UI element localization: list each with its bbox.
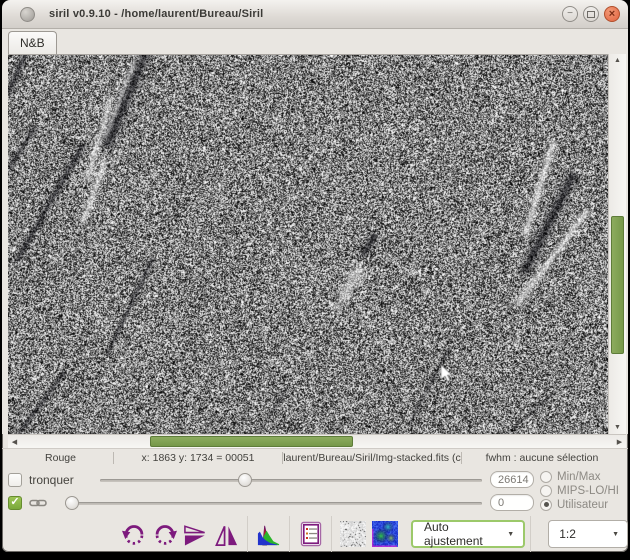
h-scrollbar[interactable]: ◀ ▶ (8, 434, 626, 448)
rotate-cw-icon (153, 522, 177, 546)
radio-mips-circle[interactable] (540, 485, 552, 497)
v-scroll-down-button[interactable]: ▼ (609, 421, 626, 434)
check-icon: ✓ (10, 497, 19, 508)
radio-user[interactable]: Utilisateur (540, 498, 622, 511)
flip-vertical-icon (183, 522, 208, 547)
hi-threshold-row: tronquer 26614 (8, 469, 534, 490)
flip-vertical-button[interactable] (180, 517, 211, 551)
link-channels-button[interactable] (29, 498, 51, 508)
tab-bar: N&B (2, 29, 628, 54)
h-scroll-thumb[interactable] (150, 436, 353, 447)
lo-threshold-row: ✓ 0 (8, 492, 534, 513)
toolbar-separator (247, 516, 248, 552)
flip-horizontal-button[interactable] (211, 517, 242, 551)
hi-value-input[interactable]: 26614 (490, 471, 534, 488)
auto-adjust-dropdown[interactable]: Auto ajustement ▼ (411, 520, 525, 548)
false-color-button[interactable] (372, 521, 398, 547)
status-fwhm: fwhm : aucune sélection (462, 452, 622, 464)
maximize-icon (587, 11, 595, 18)
radio-minmax[interactable]: Min/Max (540, 470, 622, 483)
close-icon: × (609, 9, 615, 20)
chevron-down-icon: ▼ (612, 531, 619, 538)
histogram-button[interactable] (253, 517, 284, 551)
lo-slider[interactable] (65, 495, 482, 511)
status-coords: x: 1863 y: 1734 = 00051 (114, 452, 283, 464)
statusbar: Rouge x: 1863 y: 1734 = 00051 /home/laur… (2, 448, 628, 466)
toolbar-separator (331, 516, 332, 552)
minimize-button[interactable]: − (562, 6, 578, 22)
negative-view-button[interactable] (340, 521, 366, 547)
h-scroll-left-button[interactable]: ◀ (8, 435, 21, 448)
close-button[interactable]: × (604, 6, 620, 22)
v-scroll-thumb[interactable] (611, 216, 624, 354)
fits-header-button[interactable] (295, 517, 326, 551)
titlebar[interactable]: siril v0.9.10 - /home/laurent/Bureau/Sir… (2, 0, 628, 29)
radio-minmax-circle[interactable] (540, 471, 552, 483)
minimize-icon: − (567, 9, 573, 19)
truncate-label: tronquer (29, 473, 86, 487)
siril-window: siril v0.9.10 - /home/laurent/Bureau/Sir… (2, 0, 628, 552)
radio-user-circle[interactable] (540, 499, 552, 511)
chevron-down-icon: ▼ (507, 531, 514, 538)
hi-slider[interactable] (100, 472, 482, 488)
rotate-ccw-button[interactable] (118, 517, 149, 551)
chain-link-icon (29, 498, 47, 508)
threshold-controls: tronquer 26614 ✓ (2, 466, 628, 514)
h-scroll-right-button[interactable]: ▶ (613, 435, 626, 448)
app-icon (20, 7, 35, 22)
scale-mode-radios: Min/Max MIPS-LO/HI Utilisateur (534, 468, 622, 514)
false-color-icon (372, 521, 398, 547)
flip-horizontal-icon (214, 522, 239, 547)
window-title: siril v0.9.10 - /home/laurent/Bureau/Sir… (49, 8, 263, 20)
bottom-toolbar: Auto ajustement ▼ 1:2 ▼ (2, 514, 628, 552)
status-filepath: /home/laurent/Bureau/Siril/Img-stacked.f… (283, 452, 462, 464)
lo-checkbox[interactable]: ✓ (8, 496, 22, 510)
truncate-checkbox[interactable] (8, 473, 22, 487)
image-viewport: ▲ ▼ (2, 54, 628, 434)
tab-nb[interactable]: N&B (8, 31, 57, 54)
radio-mips[interactable]: MIPS-LO/HI (540, 484, 622, 497)
toolbar-separator (530, 516, 531, 552)
rotate-ccw-icon (122, 522, 146, 546)
zoom-dropdown[interactable]: 1:2 ▼ (548, 520, 628, 548)
v-scrollbar[interactable]: ▲ ▼ (608, 54, 626, 434)
lo-value-input[interactable]: 0 (490, 494, 534, 511)
toolbar-separator (289, 516, 290, 552)
rotate-cw-button[interactable] (149, 517, 180, 551)
lo-slider-handle[interactable] (65, 496, 79, 510)
status-channel: Rouge (8, 452, 114, 464)
histogram-icon (256, 522, 281, 547)
maximize-button[interactable] (583, 6, 599, 22)
hi-slider-handle[interactable] (238, 473, 252, 487)
main-image-canvas[interactable] (8, 55, 608, 435)
negative-view-icon (340, 521, 366, 547)
v-scroll-up-button[interactable]: ▲ (609, 54, 626, 67)
fits-header-icon (299, 521, 323, 547)
